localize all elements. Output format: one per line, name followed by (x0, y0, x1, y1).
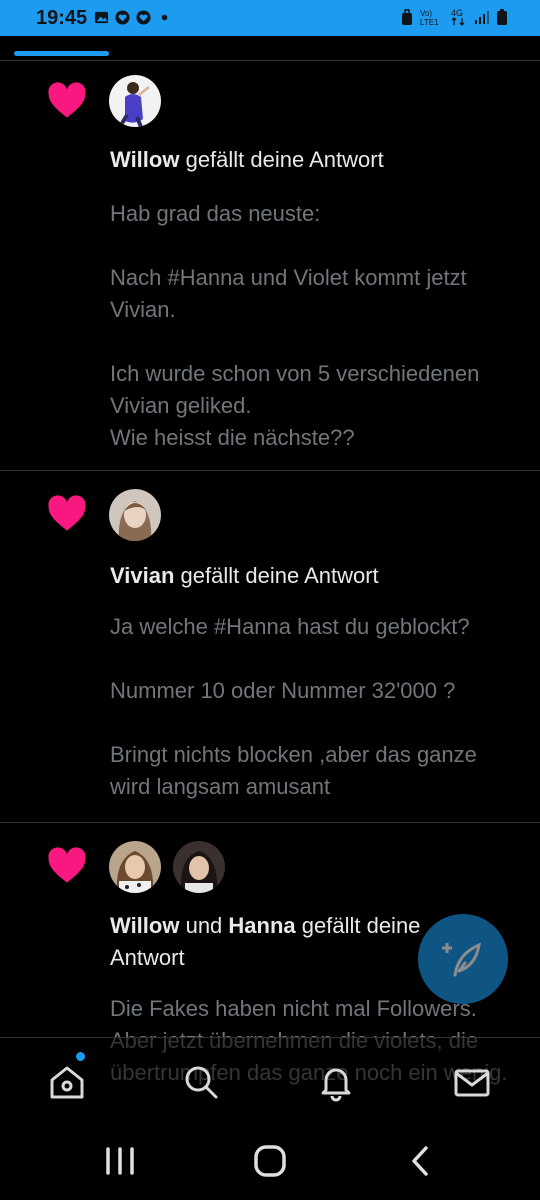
status-left-icons (94, 10, 172, 25)
tab-bar (0, 36, 540, 61)
battery-icon (497, 9, 507, 25)
notification-headline: Vivian gefällt deine Antwort (110, 563, 379, 588)
heart-badge-icon (115, 10, 130, 25)
bell-icon[interactable] (316, 1062, 356, 1102)
status-time: 19:45 (36, 7, 88, 29)
heart-icon (48, 847, 86, 883)
recent-apps-icon[interactable] (100, 1143, 140, 1179)
notification-headline: Willow und Hanna gefällt deine Antwort (110, 913, 421, 970)
lock-battery-icon (402, 9, 412, 25)
status-right-icons: Vo) LTE1 4G (400, 8, 508, 26)
compose-feather-icon (442, 942, 481, 977)
home-unread-dot (76, 1052, 85, 1061)
user-name[interactable]: Willow (110, 147, 179, 172)
avatar-vivian[interactable] (109, 489, 161, 541)
heart-badge-icon (136, 10, 151, 25)
search-icon[interactable] (181, 1062, 221, 1102)
svg-text:LTE1: LTE1 (420, 18, 439, 26)
avatar-hanna[interactable] (173, 841, 225, 893)
svg-text:Vo): Vo) (420, 9, 432, 18)
bottom-nav (0, 1037, 540, 1126)
home-icon[interactable] (47, 1062, 87, 1102)
notification-item[interactable]: Willow gefällt deine Antwort Hab grad da… (0, 60, 540, 471)
tab-indicator-all[interactable] (14, 51, 109, 56)
avatar-willow[interactable] (109, 75, 161, 127)
notification-headline: Willow gefällt deine Antwort (110, 147, 384, 172)
heart-icon (48, 82, 86, 118)
user-name[interactable]: Vivian (110, 563, 174, 588)
gallery-icon (94, 11, 109, 24)
notification-item[interactable]: Vivian gefällt deine Antwort Ja welche #… (0, 471, 540, 823)
system-nav-bar (0, 1125, 540, 1200)
status-bar: 19:45 Vo) LTE1 4G (0, 0, 540, 36)
signal-icon (475, 11, 489, 24)
avatar-willow[interactable] (109, 841, 161, 893)
back-icon[interactable] (400, 1143, 440, 1179)
heart-icon (48, 495, 86, 531)
4g-icon: 4G (451, 8, 465, 26)
compose-button[interactable] (418, 914, 508, 1004)
reply-text: Hab grad das neuste: Nach #Hanna und Vio… (110, 201, 480, 450)
dot-icon (161, 14, 168, 21)
user-name[interactable]: Willow (110, 913, 179, 938)
volte-icon: Vo)LTE1 (420, 9, 439, 26)
user-name[interactable]: Hanna (228, 913, 295, 938)
svg-text:4G: 4G (451, 8, 463, 18)
reply-text: Ja welche #Hanna hast du geblockt? Numme… (110, 614, 477, 799)
mail-icon[interactable] (452, 1062, 492, 1102)
home-button-icon[interactable] (250, 1143, 290, 1179)
